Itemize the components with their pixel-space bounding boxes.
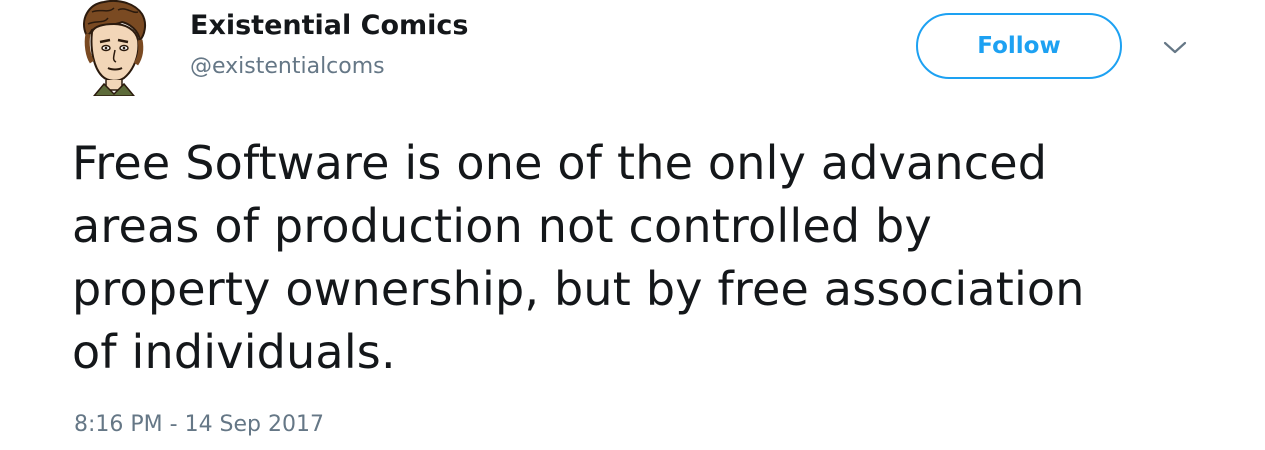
avatar[interactable] [78,0,148,96]
chevron-down-icon [1163,41,1187,54]
avatar-portrait-icon [83,0,147,96]
tweet-text-line: property ownership, but by free associat… [72,262,1085,316]
tweet-text: Free Software is one of the only advance… [72,132,1192,384]
tweet-timestamp[interactable]: 8:16 PM - 14 Sep 2017 [74,410,324,440]
tweet-text-line: of individuals. [72,325,396,379]
tweet-text-line: areas of production not controlled by [72,199,932,253]
follow-button[interactable]: Follow [916,13,1122,79]
display-name[interactable]: Existential Comics [190,8,469,44]
tweet-text-line: Free Software is one of the only advance… [72,136,1048,190]
more-options-button[interactable] [1160,38,1190,58]
tweet-card: Existential Comics @existentialcoms Foll… [0,0,1265,450]
user-info: Existential Comics @existentialcoms [190,8,469,82]
user-handle[interactable]: @existentialcoms [190,52,469,82]
